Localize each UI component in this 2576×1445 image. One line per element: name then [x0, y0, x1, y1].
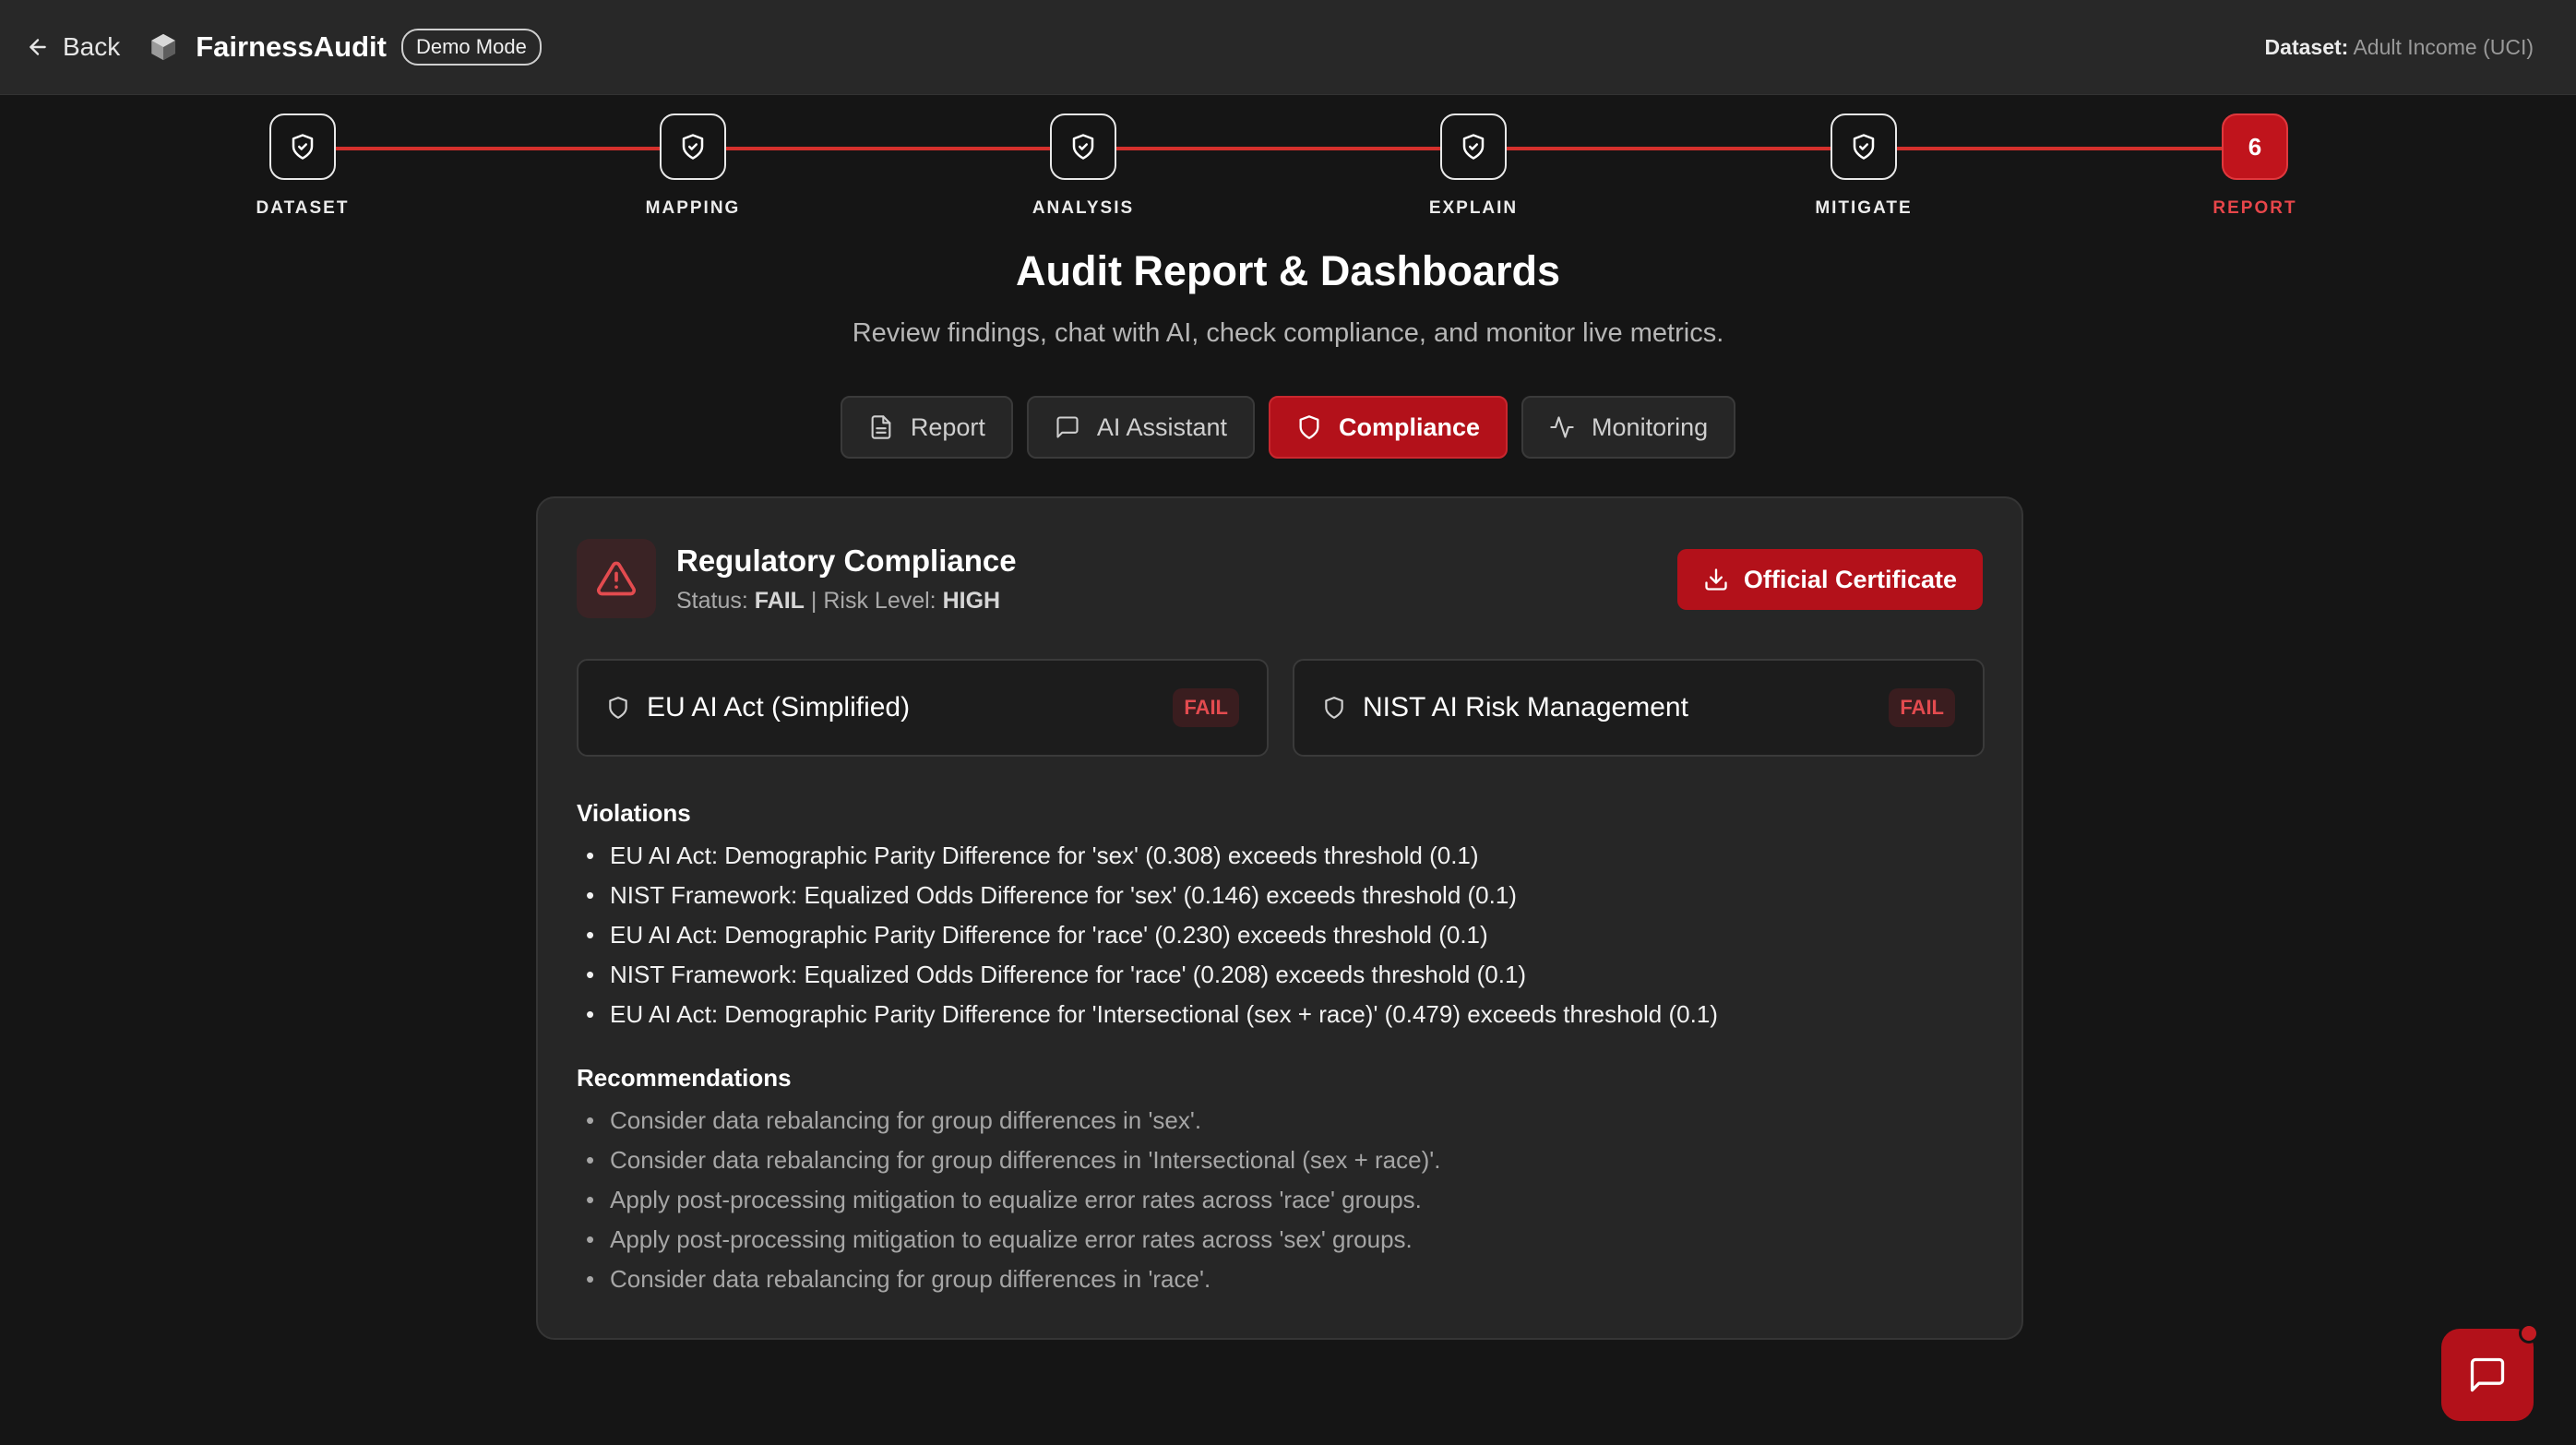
step-label: MAPPING [645, 198, 741, 218]
shield-icon [609, 697, 627, 719]
status-badge: FAIL [1173, 688, 1239, 727]
certificate-button-label: Official Certificate [1743, 565, 1957, 593]
list-item: Consider data rebalancing for group diff… [577, 1140, 1440, 1180]
tab-ai-assistant[interactable]: AI Assistant [1026, 396, 1255, 459]
list-item: EU AI Act: Demographic Parity Difference… [577, 915, 1718, 955]
tab-label: Report [910, 412, 985, 441]
arrow-left-icon [30, 39, 46, 55]
framework-nist-ai-rmf: NIST AI Risk Management FAIL [1293, 659, 1985, 757]
chat-icon [1056, 416, 1079, 438]
tab-label: AI Assistant [1096, 412, 1227, 441]
progress-stepper: DATASET MAPPING ANALYSIS EXPLAIN MITIGAT… [0, 95, 2576, 233]
demo-mode-badge: Demo Mode [400, 29, 542, 66]
dataset-label: Dataset: [2264, 34, 2349, 59]
step-explain[interactable]: EXPLAIN [1400, 113, 1547, 219]
tab-compliance[interactable]: Compliance [1269, 396, 1509, 459]
warning-badge [577, 539, 656, 618]
back-button[interactable]: Back [26, 32, 120, 62]
step-analysis[interactable]: ANALYSIS [1009, 113, 1157, 219]
step-label: MITIGATE [1815, 198, 1913, 218]
step-mapping[interactable]: MAPPING [619, 113, 767, 219]
document-icon [871, 415, 891, 439]
list-item: NIST Framework: Equalized Odds Differenc… [577, 955, 1718, 995]
compliance-status-line: Status: FAIL | Risk Level: HIGH [676, 588, 1017, 615]
shield-check-icon [1462, 134, 1485, 160]
risk-label: Risk Level: [823, 587, 936, 614]
status-separator: | [810, 587, 817, 614]
step-dataset-circle [269, 113, 336, 180]
shield-check-icon [1853, 134, 1875, 160]
step-explain-circle [1440, 113, 1507, 180]
tab-monitoring[interactable]: Monitoring [1521, 396, 1736, 459]
recommendations-list: Consider data rebalancing for group diff… [577, 1101, 1440, 1299]
status-badge: FAIL [1889, 688, 1955, 727]
page-title: Audit Report & Dashboards [1015, 247, 1561, 294]
compliance-title: Regulatory Compliance [676, 543, 1017, 578]
step-label: DATASET [256, 198, 350, 218]
status-label: Status: [676, 587, 748, 614]
dataset-value: Adult Income (UCI) [2353, 34, 2534, 59]
framework-eu-ai-act: EU AI Act (Simplified) FAIL [577, 659, 1269, 757]
step-dataset[interactable]: DATASET [229, 113, 376, 219]
step-mapping-circle [660, 113, 726, 180]
tab-label: Compliance [1339, 412, 1481, 441]
notification-dot [2519, 1323, 2539, 1343]
framework-name: EU AI Act (Simplified) [647, 692, 911, 722]
app-logo[interactable]: FairnessAudit [148, 30, 387, 64]
top-bar: Back FairnessAudit Demo Mode Dataset: Ad… [0, 0, 2576, 95]
chat-icon [2470, 1357, 2505, 1392]
shield-check-icon [682, 134, 704, 160]
tab-label: Monitoring [1592, 412, 1709, 441]
official-certificate-button[interactable]: Official Certificate [1676, 549, 1983, 610]
list-item: EU AI Act: Demographic Parity Difference… [577, 995, 1718, 1034]
compliance-card: Regulatory Compliance Status: FAIL | Ris… [536, 496, 2023, 1340]
list-item: Consider data rebalancing for group diff… [577, 1260, 1440, 1299]
recommendations-heading: Recommendations [577, 1064, 792, 1092]
app-name: FairnessAudit [196, 30, 387, 63]
download-icon [1705, 568, 1727, 591]
list-item: NIST Framework: Equalized Odds Differenc… [577, 876, 1718, 915]
step-mitigate-circle [1831, 113, 1897, 180]
violations-heading: Violations [577, 799, 691, 827]
step-report-circle: 6 [2222, 113, 2288, 180]
shield-check-icon [292, 134, 314, 160]
shield-icon [1299, 415, 1319, 439]
step-analysis-circle [1050, 113, 1116, 180]
compliance-header: Regulatory Compliance Status: FAIL | Ris… [577, 539, 1017, 618]
violations-list: EU AI Act: Demographic Parity Difference… [577, 836, 1718, 1034]
tab-report[interactable]: Report [840, 396, 1013, 459]
step-label: ANALYSIS [1032, 198, 1135, 218]
page-subtitle: Review findings, chat with AI, check com… [852, 318, 1724, 348]
step-report[interactable]: 6 REPORT [2181, 113, 2329, 219]
view-tabs: Report AI Assistant Compliance Monitorin… [0, 396, 2576, 459]
back-label: Back [63, 32, 121, 61]
activity-icon [1550, 416, 1574, 438]
stepper-progress-line [303, 147, 2255, 150]
dataset-indicator: Dataset: Adult Income (UCI) [2265, 35, 2534, 60]
step-label: REPORT [2212, 198, 2297, 218]
list-item: Apply post-processing mitigation to equa… [577, 1180, 1440, 1220]
status-value: FAIL [754, 587, 805, 614]
risk-value: HIGH [942, 587, 1001, 614]
step-label: EXPLAIN [1428, 198, 1519, 218]
shield-icon [1325, 697, 1343, 719]
list-item: Apply post-processing mitigation to equa… [577, 1220, 1440, 1260]
list-item: EU AI Act: Demographic Parity Difference… [577, 836, 1718, 876]
cube-logo-icon [151, 33, 175, 61]
shield-check-icon [1072, 134, 1094, 160]
warning-triangle-icon [597, 561, 636, 596]
step-mitigate[interactable]: MITIGATE [1790, 113, 1938, 219]
chat-fab-button[interactable] [2441, 1323, 2539, 1421]
list-item: Consider data rebalancing for group diff… [577, 1101, 1440, 1140]
framework-name: NIST AI Risk Management [1363, 692, 1688, 722]
